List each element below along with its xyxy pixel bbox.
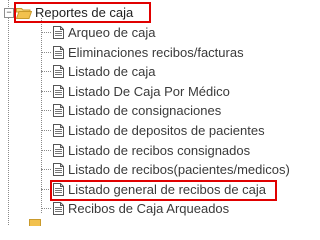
tree-item[interactable]: Listado general de recibos de caja (41, 180, 266, 199)
document-icon (53, 85, 64, 98)
tree-item[interactable]: Listado de consignaciones (41, 101, 221, 120)
document-icon (53, 46, 64, 59)
tree-connector (41, 169, 51, 170)
tree-item[interactable]: Listado De Caja Por Médico (41, 82, 230, 101)
report-tree: − Reportes de caja Arqueo de caja Elimina… (0, 0, 302, 226)
folder-label: Reportes de caja (35, 5, 134, 20)
document-icon (53, 26, 64, 39)
tree-item-label: Listado de recibos(pacientes/medicos) (68, 162, 290, 177)
tree-item[interactable]: Listado de caja (41, 62, 155, 81)
document-icon (53, 183, 64, 196)
document-icon (53, 163, 64, 176)
tree-item[interactable]: Recibos de Caja Arqueados (41, 199, 229, 218)
document-icon (53, 124, 64, 137)
tree-connector (41, 52, 51, 53)
folder-open-icon (16, 7, 32, 19)
tree-item-label: Eliminaciones recibos/facturas (68, 45, 244, 60)
tree-item-label: Listado de caja (68, 64, 156, 79)
tree-connector (41, 71, 51, 72)
tree-connector (41, 91, 51, 92)
document-icon (53, 65, 64, 78)
collapse-toggle[interactable]: − (4, 8, 14, 18)
document-icon (53, 144, 64, 157)
tree-connector (41, 110, 51, 111)
tree-item-label: Listado De Caja Por Médico (68, 84, 230, 99)
tree-item-label: Listado de depositos de pacientes (68, 123, 265, 138)
tree-guide-line (8, 0, 9, 225)
tree-connector (41, 32, 51, 33)
tree-item-label: Listado de consignaciones (68, 103, 222, 118)
tree-item-label: Listado de recibos consignados (68, 143, 251, 158)
tree-connector (41, 150, 51, 151)
document-icon (53, 202, 64, 215)
tree-item[interactable]: Listado de depositos de pacientes (41, 121, 265, 140)
tree-item-label: Recibos de Caja Arqueados (68, 201, 230, 216)
tree-item[interactable]: Eliminaciones recibos/facturas (41, 43, 244, 62)
tree-item-label: Listado general de recibos de caja (68, 182, 267, 197)
tree-connector (41, 130, 51, 131)
tree-item[interactable]: Listado de recibos consignados (41, 141, 250, 160)
document-icon (53, 104, 64, 117)
tree-item[interactable]: Arqueo de caja (41, 23, 155, 42)
next-folder-icon (29, 219, 41, 226)
tree-item[interactable]: Listado de recibos(pacientes/medicos) (41, 160, 290, 179)
tree-item-label: Arqueo de caja (68, 25, 156, 40)
folder-reportes-de-caja[interactable]: Reportes de caja (16, 3, 133, 22)
tree-connector (41, 189, 51, 190)
tree-connector (41, 208, 51, 209)
